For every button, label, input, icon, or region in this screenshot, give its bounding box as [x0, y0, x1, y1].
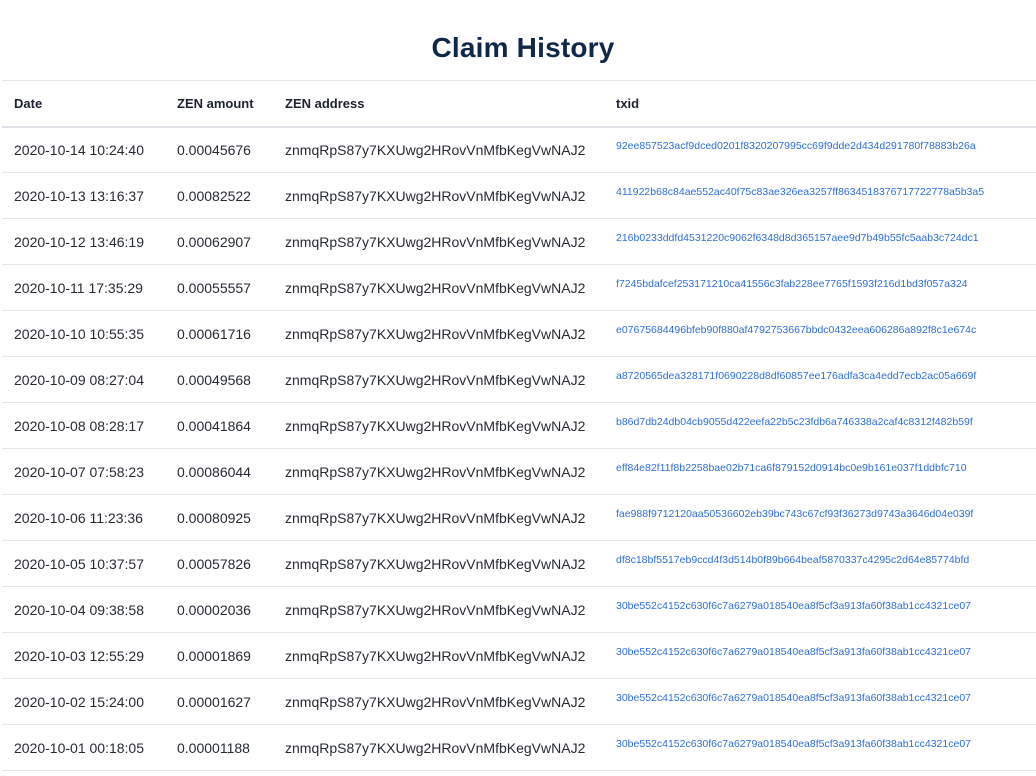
zen-address-cell: znmqRpS87y7KXUwg2HRovVnMfbKegVwNAJ2: [285, 693, 586, 710]
date-cell: 2020-10-03 12:55:29: [14, 647, 144, 664]
txid-link[interactable]: 30be552c4152c630f6c7a6279a018540ea8f5cf3…: [616, 600, 971, 612]
txid-cell: a8720565dea328171f0690228d8df60857ee176a…: [614, 357, 1036, 403]
txid-link[interactable]: 30be552c4152c630f6c7a6279a018540ea8f5cf3…: [616, 692, 971, 704]
table-row: 2020-10-05 10:37:57 0.00057826 znmqRpS87y7…: [2, 541, 1036, 587]
zen-amount-cell: 0.00041864: [177, 417, 251, 434]
date-cell: 2020-10-09 08:27:04: [14, 371, 144, 388]
txid-cell: df8c18bf5517eb9ccd4f3d514b0f89b664beaf58…: [614, 541, 1036, 587]
txid-link[interactable]: 30be552c4152c630f6c7a6279a018540ea8f5cf3…: [616, 738, 971, 750]
txid-cell: fae988f9712120aa50536602eb39bc743c67cf93…: [614, 495, 1036, 541]
zen-address-cell: znmqRpS87y7KXUwg2HRovVnMfbKegVwNAJ2: [285, 417, 586, 434]
txid-link[interactable]: 30be552c4152c630f6c7a6279a018540ea8f5cf3…: [616, 646, 971, 658]
date-cell: 2020-10-04 09:38:58: [14, 601, 144, 618]
table-body: 2020-10-14 10:24:40 0.00045676 znmqRpS87y7…: [2, 127, 1036, 771]
column-header-date: Date: [14, 95, 43, 111]
table-row: 2020-10-11 17:35:29 0.00055557 znmqRpS87y7…: [2, 265, 1036, 311]
zen-amount-cell: 0.00062907: [177, 233, 251, 250]
date-cell: 2020-10-06 11:23:36: [14, 509, 143, 526]
txid-cell: 30be552c4152c630f6c7a6279a018540ea8f5cf3…: [614, 633, 1036, 679]
zen-amount-cell: 0.00061716: [177, 325, 251, 342]
table-header-row: Date ZEN amount ZEN address txid: [2, 80, 1036, 127]
txid-link[interactable]: df8c18bf5517eb9ccd4f3d514b0f89b664beaf58…: [616, 554, 969, 566]
table-row: 2020-10-04 09:38:58 0.00002036 znmqRpS87y7…: [2, 587, 1036, 633]
page-title: Claim History: [431, 31, 615, 63]
zen-address-cell: znmqRpS87y7KXUwg2HRovVnMfbKegVwNAJ2: [285, 555, 586, 572]
date-cell: 2020-10-07 07:58:23: [14, 463, 144, 480]
table-row: 2020-10-14 10:24:40 0.00045676 znmqRpS87y7…: [2, 127, 1036, 173]
txid-link[interactable]: 411922b68c84ae552ac40f75c83ae326ea3257ff…: [616, 186, 984, 198]
table-row: 2020-10-13 13:16:37 0.00082522 znmqRpS87y7…: [2, 173, 1036, 219]
date-cell: 2020-10-05 10:37:57: [14, 555, 144, 572]
date-cell: 2020-10-01 00:18:05: [14, 739, 144, 756]
table-row: 2020-10-01 00:18:05 0.00001188 znmqRpS87y7…: [2, 725, 1036, 771]
zen-address-cell: znmqRpS87y7KXUwg2HRovVnMfbKegVwNAJ2: [285, 647, 586, 664]
column-header-zen-amount: ZEN amount: [177, 95, 254, 111]
column-header-txid: txid: [616, 95, 640, 111]
txid-link[interactable]: e07675684496bfeb90f880af4792753667bbdc04…: [616, 324, 976, 336]
zen-amount-cell: 0.00080925: [177, 509, 251, 526]
zen-address-cell: znmqRpS87y7KXUwg2HRovVnMfbKegVwNAJ2: [285, 601, 586, 618]
claim-history-table-container: Date ZEN amount ZEN address txid 2020-10…: [2, 80, 1036, 771]
date-cell: 2020-10-10 10:55:35: [14, 325, 144, 342]
date-cell: 2020-10-12 13:46:19: [14, 233, 144, 250]
date-cell: 2020-10-11 17:35:29: [14, 279, 143, 296]
zen-amount-cell: 0.00082522: [177, 187, 251, 204]
txid-link[interactable]: b86d7db24db04cb9055d422eefa22b5c23fdb6a7…: [616, 416, 973, 428]
column-header-zen-address: ZEN address: [285, 95, 365, 111]
txid-link[interactable]: eff84e82f11f8b2258bae02b71ca6f879152d091…: [616, 462, 967, 474]
table-row: 2020-10-10 10:55:35 0.00061716 znmqRpS87y7…: [2, 311, 1036, 357]
zen-amount-cell: 0.00001869: [177, 647, 251, 664]
table-row: 2020-10-07 07:58:23 0.00086044 znmqRpS87y7…: [2, 449, 1036, 495]
zen-address-cell: znmqRpS87y7KXUwg2HRovVnMfbKegVwNAJ2: [285, 187, 586, 204]
zen-address-cell: znmqRpS87y7KXUwg2HRovVnMfbKegVwNAJ2: [285, 141, 586, 158]
zen-amount-cell: 0.00001188: [177, 739, 250, 756]
zen-address-cell: znmqRpS87y7KXUwg2HRovVnMfbKegVwNAJ2: [285, 279, 586, 296]
txid-link[interactable]: 216b0233ddfd4531220c9062f6348d8d365157ae…: [616, 232, 979, 244]
zen-address-cell: znmqRpS87y7KXUwg2HRovVnMfbKegVwNAJ2: [285, 463, 586, 480]
table-row: 2020-10-09 08:27:04 0.00049568 znmqRpS87y7…: [2, 357, 1036, 403]
table-row: 2020-10-06 11:23:36 0.00080925 znmqRpS87y7…: [2, 495, 1036, 541]
txid-cell: b86d7db24db04cb9055d422eefa22b5c23fdb6a7…: [614, 403, 1036, 449]
txid-cell: 30be552c4152c630f6c7a6279a018540ea8f5cf3…: [614, 725, 1036, 771]
table-row: 2020-10-03 12:55:29 0.00001869 znmqRpS87y7…: [2, 633, 1036, 679]
date-cell: 2020-10-08 08:28:17: [14, 417, 144, 434]
txid-cell: f7245bdafcef253171210ca41556c3fab228ee77…: [614, 265, 1036, 311]
txid-cell: eff84e82f11f8b2258bae02b71ca6f879152d091…: [614, 449, 1036, 495]
date-cell: 2020-10-13 13:16:37: [14, 187, 144, 204]
txid-cell: 216b0233ddfd4531220c9062f6348d8d365157ae…: [614, 219, 1036, 265]
table-header: Date ZEN amount ZEN address txid: [2, 80, 1036, 127]
table-row: 2020-10-02 15:24:00 0.00001627 znmqRpS87y7…: [2, 679, 1036, 725]
txid-link[interactable]: f7245bdafcef253171210ca41556c3fab228ee77…: [616, 278, 968, 290]
zen-amount-cell: 0.00001627: [177, 693, 251, 710]
table-row: 2020-10-08 08:28:17 0.00041864 znmqRpS87y7…: [2, 403, 1036, 449]
zen-amount-cell: 0.00002036: [177, 601, 251, 618]
zen-amount-cell: 0.00045676: [177, 141, 251, 158]
zen-address-cell: znmqRpS87y7KXUwg2HRovVnMfbKegVwNAJ2: [285, 739, 586, 756]
zen-amount-cell: 0.00055557: [177, 279, 251, 296]
table-row: 2020-10-12 13:46:19 0.00062907 znmqRpS87y7…: [2, 219, 1036, 265]
txid-cell: 92ee857523acf9dced0201f8320207995cc69f9d…: [614, 127, 1036, 173]
txid-cell: 30be552c4152c630f6c7a6279a018540ea8f5cf3…: [614, 587, 1036, 633]
zen-amount-cell: 0.00086044: [177, 463, 251, 480]
zen-amount-cell: 0.00049568: [177, 371, 251, 388]
zen-address-cell: znmqRpS87y7KXUwg2HRovVnMfbKegVwNAJ2: [285, 325, 586, 342]
txid-cell: 411922b68c84ae552ac40f75c83ae326ea3257ff…: [614, 173, 1036, 219]
zen-amount-cell: 0.00057826: [177, 555, 251, 572]
zen-address-cell: znmqRpS87y7KXUwg2HRovVnMfbKegVwNAJ2: [285, 371, 586, 388]
txid-cell: e07675684496bfeb90f880af4792753667bbdc04…: [614, 311, 1036, 357]
txid-link[interactable]: a8720565dea328171f0690228d8df60857ee176a…: [616, 370, 976, 382]
claim-history-table: Date ZEN amount ZEN address txid 2020-10…: [2, 80, 1036, 771]
date-cell: 2020-10-02 15:24:00: [14, 693, 144, 710]
txid-link[interactable]: fae988f9712120aa50536602eb39bc743c67cf93…: [616, 508, 973, 520]
zen-address-cell: znmqRpS87y7KXUwg2HRovVnMfbKegVwNAJ2: [285, 233, 586, 250]
txid-cell: 30be552c4152c630f6c7a6279a018540ea8f5cf3…: [614, 679, 1036, 725]
zen-address-cell: znmqRpS87y7KXUwg2HRovVnMfbKegVwNAJ2: [285, 509, 586, 526]
txid-link[interactable]: 92ee857523acf9dced0201f8320207995cc69f9d…: [616, 140, 976, 152]
date-cell: 2020-10-14 10:24:40: [14, 141, 144, 158]
